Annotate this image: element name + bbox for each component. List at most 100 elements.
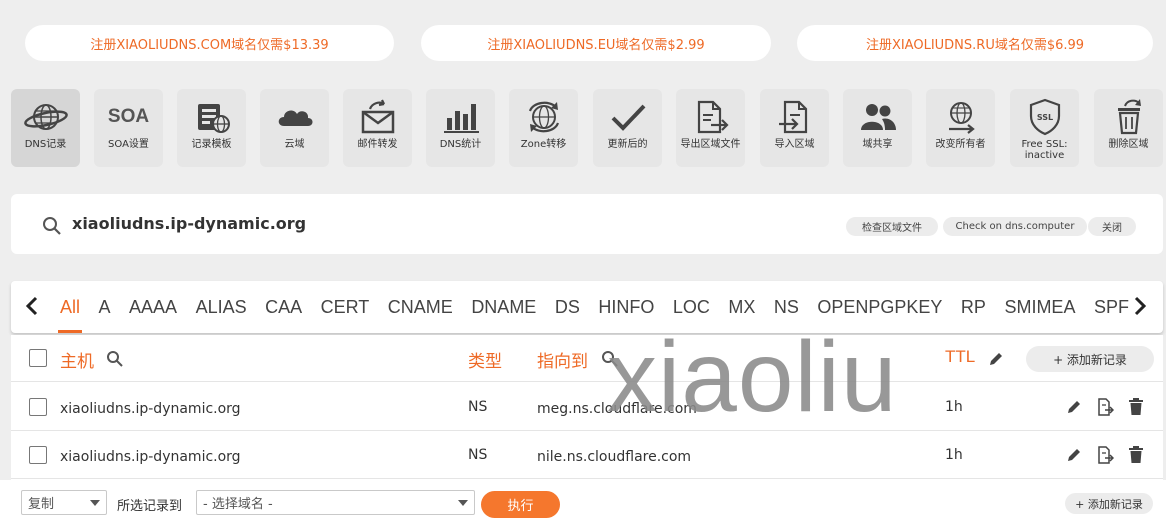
tab-ds[interactable]: DS xyxy=(555,281,580,333)
template-globe-icon xyxy=(188,98,236,136)
tool-zone-transfer[interactable]: Zone转移 xyxy=(509,89,578,167)
tabs-list: All A AAAA ALIAS CAA CERT CNAME DNAME DS HINFO LOC… xyxy=(57,281,1147,333)
header-type[interactable]: 类型 xyxy=(468,347,502,372)
users-icon xyxy=(854,98,902,136)
tab-openpgpkey[interactable]: OPENPGPKEY xyxy=(817,281,942,333)
cell-host: xiaoliudns.ip-dynamic.org xyxy=(60,401,241,417)
export-file-icon xyxy=(687,98,735,136)
promo-banner-com[interactable]: 注册XIAOLIUDNS.COM域名仅需$13.39 xyxy=(25,25,394,61)
tab-smimea[interactable]: SMIMEA xyxy=(1004,281,1075,333)
execute-button[interactable]: 执行 xyxy=(481,491,560,518)
chevron-left-icon[interactable] xyxy=(23,294,41,318)
ssl-shield-icon: SSL xyxy=(1021,98,1069,136)
action-select[interactable]: 复制 xyxy=(21,490,107,515)
action-select-value: 复制 xyxy=(28,497,55,512)
tool-dns-records[interactable]: DNS记录 xyxy=(11,89,80,167)
globe-transfer-icon xyxy=(520,98,568,136)
bulk-action-bar: 复制 所选记录到 - 选择域名 - 执行 + 添加新记录 xyxy=(0,480,1166,527)
value-search-icon[interactable] xyxy=(601,350,619,372)
tool-label: 导入区域 xyxy=(774,139,815,150)
tool-soa-settings[interactable]: SOA SOA设置 xyxy=(94,89,163,167)
domain-title: xiaoliudns.ip-dynamic.org xyxy=(72,214,307,233)
tab-mx[interactable]: MX xyxy=(728,281,755,333)
cell-value: meg.ns.cloudflare.com xyxy=(537,401,697,417)
tool-label: SOA设置 xyxy=(108,139,149,150)
select-all-checkbox[interactable] xyxy=(29,349,47,367)
tool-updated[interactable]: 更新后的 xyxy=(593,89,662,167)
chevron-down-icon xyxy=(458,500,468,506)
chevron-down-icon xyxy=(90,500,100,506)
tool-label: 邮件转发 xyxy=(357,139,398,150)
tab-spf[interactable]: SPF xyxy=(1094,281,1129,333)
host-search-icon[interactable] xyxy=(106,350,124,372)
tool-share-domain[interactable]: 域共享 xyxy=(843,89,912,167)
record-type-tabs: All A AAAA ALIAS CAA CERT CNAME DNAME DS HINFO LOC… xyxy=(11,281,1163,333)
checkmark-icon xyxy=(604,98,652,136)
tool-import-zone[interactable]: 导入区域 xyxy=(760,89,829,167)
check-zone-file-button[interactable]: 检查区域文件 xyxy=(846,217,938,236)
tool-cloud[interactable]: 云域 xyxy=(260,89,329,167)
export-record-icon[interactable] xyxy=(1096,398,1115,420)
tool-label: 删除区域 xyxy=(1108,139,1149,150)
promo-banner-ru[interactable]: 注册XIAOLIUDNS.RU域名仅需$6.99 xyxy=(797,25,1153,61)
header-points-to[interactable]: 指向到 xyxy=(537,347,588,372)
export-record-icon[interactable] xyxy=(1096,446,1115,468)
globe-arrow-icon xyxy=(937,98,985,136)
header-host[interactable]: 主机 xyxy=(60,347,94,372)
tab-caa[interactable]: CAA xyxy=(265,281,302,333)
tab-hinfo[interactable]: HINFO xyxy=(598,281,654,333)
edit-icon[interactable] xyxy=(1066,447,1082,467)
tool-delete-zone[interactable]: 删除区域 xyxy=(1094,89,1163,167)
tool-label: 更新后的 xyxy=(607,139,648,150)
tool-label: 域共享 xyxy=(862,139,893,150)
row-checkbox[interactable] xyxy=(29,446,47,464)
chevron-right-icon[interactable] xyxy=(1131,294,1149,318)
target-domain-select[interactable]: - 选择域名 - xyxy=(196,490,475,515)
row-checkbox[interactable] xyxy=(29,398,47,416)
tool-change-owner[interactable]: 改变所有者 xyxy=(926,89,995,167)
edit-ttl-icon[interactable] xyxy=(987,350,1005,372)
tab-alias[interactable]: ALIAS xyxy=(196,281,247,333)
delete-icon[interactable] xyxy=(1128,398,1144,420)
tab-a[interactable]: A xyxy=(99,281,111,333)
search-icon[interactable] xyxy=(42,216,62,240)
header-ttl[interactable]: TTL xyxy=(945,347,975,367)
tool-dns-stats[interactable]: DNS统计 xyxy=(426,89,495,167)
delete-icon[interactable] xyxy=(1128,446,1144,468)
add-record-button[interactable]: + 添加新记录 xyxy=(1026,346,1154,372)
tab-cname[interactable]: CNAME xyxy=(388,281,453,333)
domain-card: xiaoliudns.ip-dynamic.org 检查区域文件 Check o… xyxy=(11,194,1163,254)
tool-mail-forward[interactable]: 邮件转发 xyxy=(343,89,412,167)
globe-orbit-icon xyxy=(22,98,70,136)
zone-toolbar: DNS记录 SOA SOA设置 记录模板 云域 邮件转发 DNS统计 Zone转… xyxy=(11,89,1166,167)
target-domain-placeholder: - 选择域名 - xyxy=(203,497,273,512)
table-row[interactable]: xiaoliudns.ip-dynamic.org NS meg.ns.clou… xyxy=(11,383,1163,431)
tab-rp[interactable]: RP xyxy=(961,281,986,333)
tab-all[interactable]: All xyxy=(57,281,83,333)
tool-record-templates[interactable]: 记录模板 xyxy=(177,89,246,167)
bar-chart-icon xyxy=(437,98,485,136)
tab-aaaa[interactable]: AAAA xyxy=(129,281,177,333)
tool-label: 云域 xyxy=(284,139,305,150)
tool-export-zone[interactable]: 导出区域文件 xyxy=(676,89,745,167)
promo-banner-eu[interactable]: 注册XIAOLIUDNS.EU域名仅需$2.99 xyxy=(421,25,771,61)
svg-text:SSL: SSL xyxy=(1036,113,1052,122)
cell-host: xiaoliudns.ip-dynamic.org xyxy=(60,449,241,465)
add-record-button-bottom[interactable]: + 添加新记录 xyxy=(1065,493,1153,514)
check-dns-computer-button[interactable]: Check on dns.computer xyxy=(943,217,1087,236)
records-table: 主机 类型 指向到 TTL + 添加新记录 xiaoliudns.ip-dyna… xyxy=(11,335,1163,480)
edit-icon[interactable] xyxy=(1066,399,1082,419)
close-button[interactable]: 关闭 xyxy=(1088,217,1136,236)
tool-label: Zone转移 xyxy=(520,139,567,150)
tool-label: Free SSL: inactive xyxy=(1021,139,1068,161)
tool-label: DNS统计 xyxy=(439,139,482,150)
tab-ns[interactable]: NS xyxy=(774,281,799,333)
tab-cert[interactable]: CERT xyxy=(321,281,370,333)
tool-label: DNS记录 xyxy=(24,139,67,150)
tab-loc[interactable]: LOC xyxy=(673,281,710,333)
table-row[interactable]: xiaoliudns.ip-dynamic.org NS nile.ns.clo… xyxy=(11,431,1163,479)
cell-value: nile.ns.cloudflare.com xyxy=(537,449,692,465)
tool-free-ssl[interactable]: SSL Free SSL: inactive xyxy=(1010,89,1079,167)
trash-icon xyxy=(1105,98,1153,136)
tab-dname[interactable]: DNAME xyxy=(471,281,536,333)
